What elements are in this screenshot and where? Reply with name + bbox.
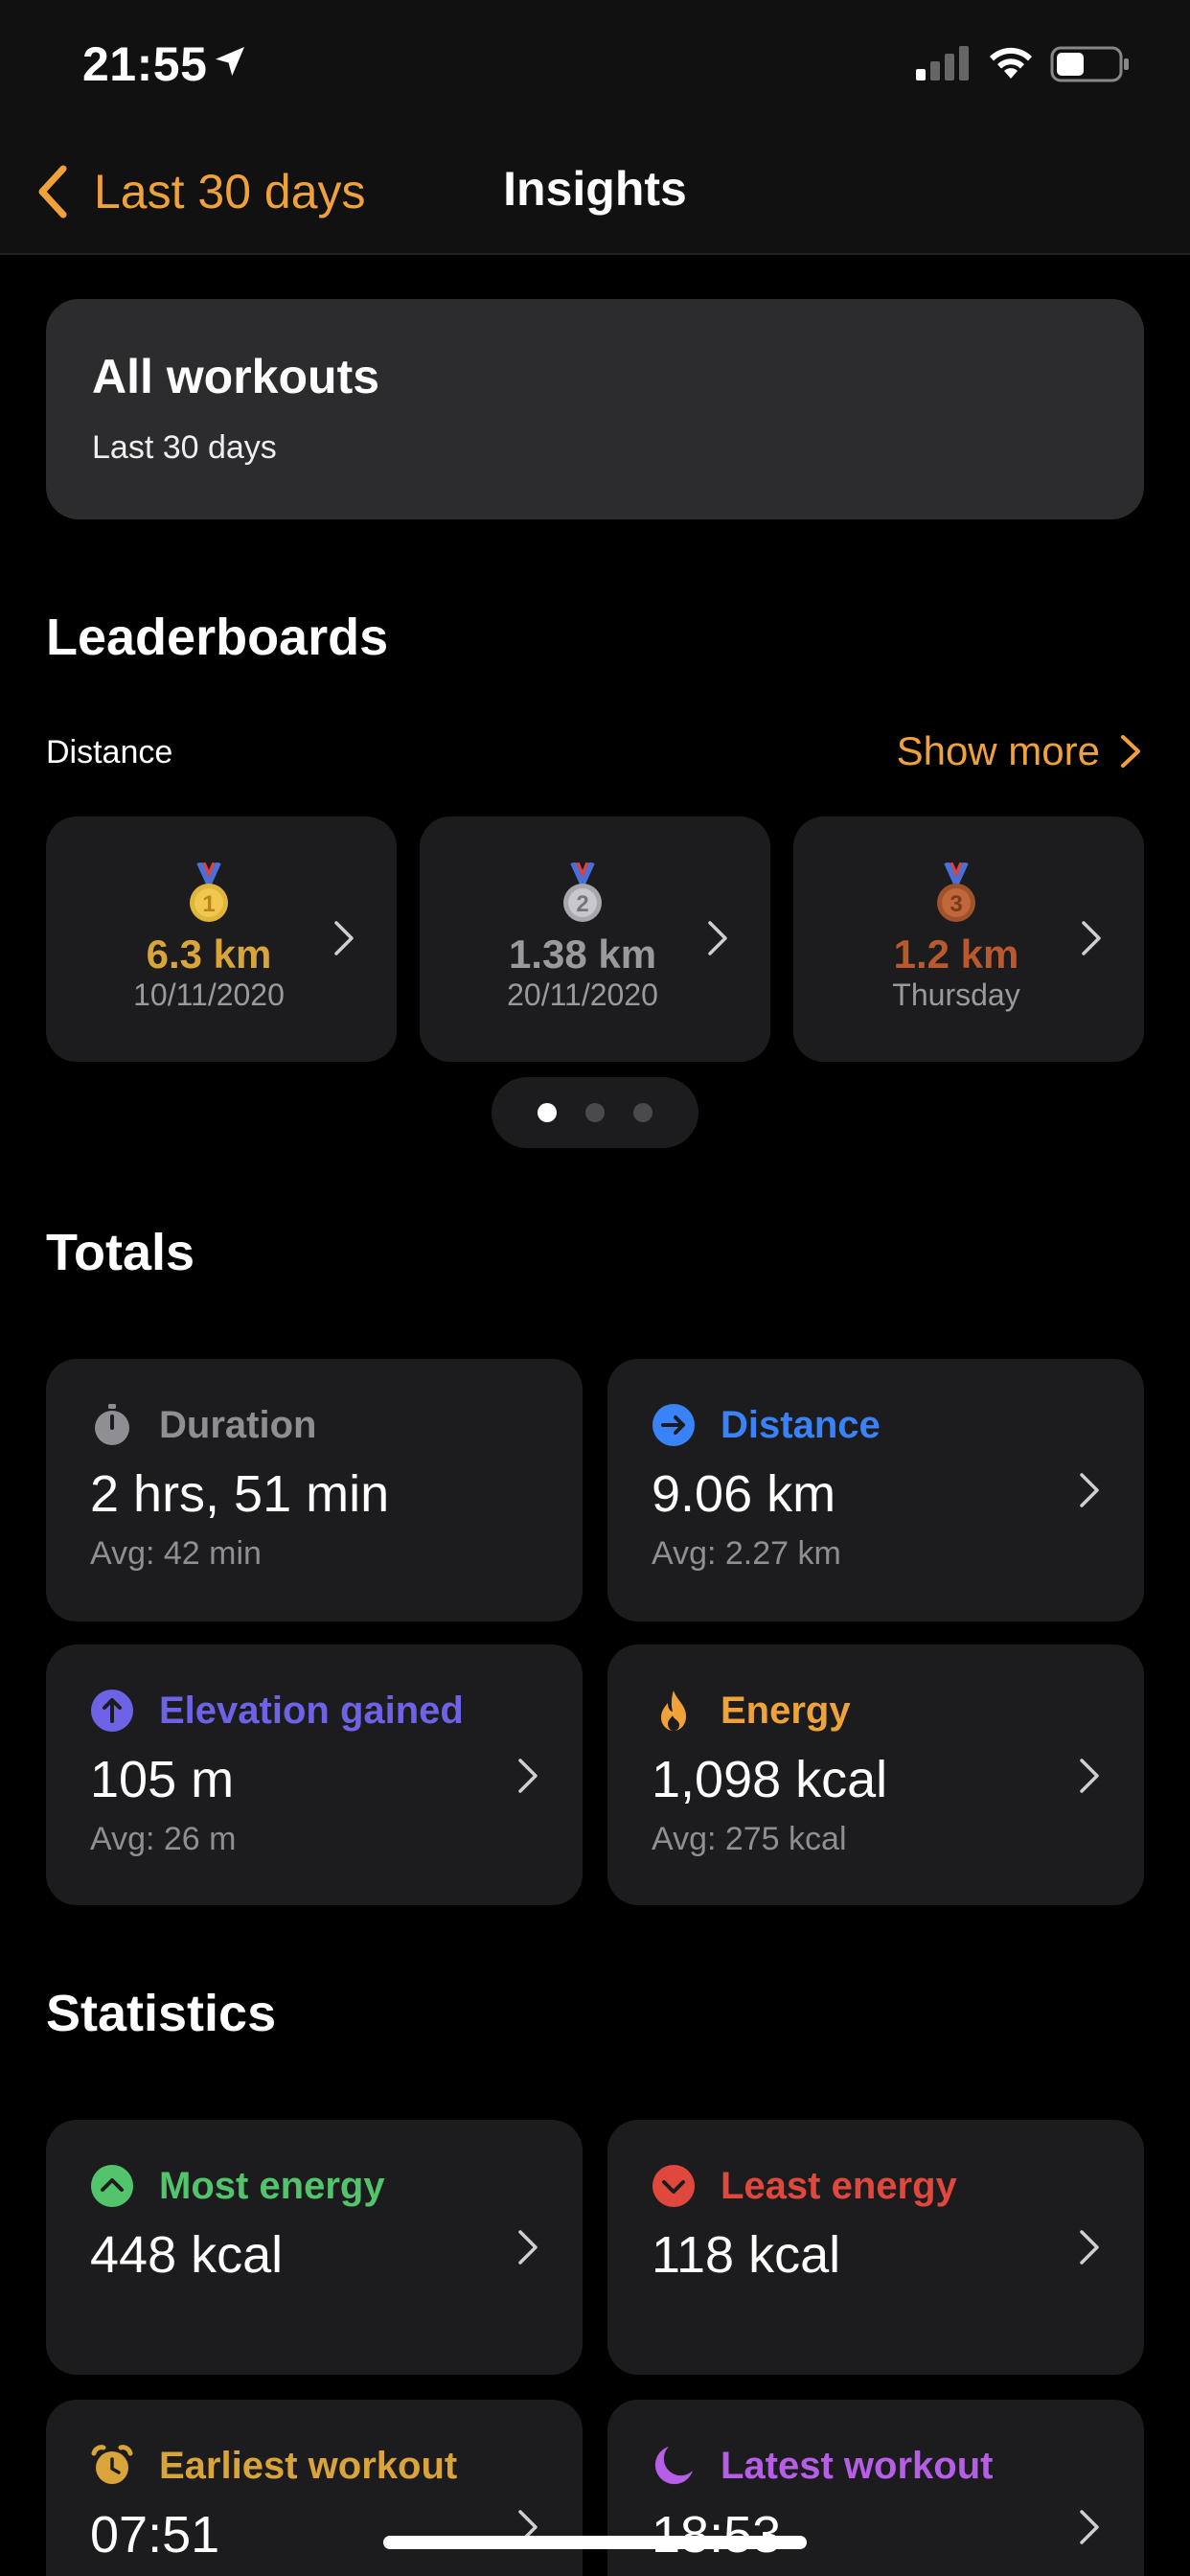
tile-header: Energy <box>652 1689 851 1733</box>
tile-label: Earliest workout <box>159 2444 458 2487</box>
least-energy-tile[interactable]: Least energy 118 kcal <box>607 2120 1144 2375</box>
tile-header: Most energy <box>90 2164 385 2208</box>
chevron-down-circle-icon <box>652 2165 695 2207</box>
chevron-right-icon <box>708 921 727 955</box>
chevron-right-icon <box>518 2230 538 2265</box>
silver-medal-icon: 2 <box>563 862 602 922</box>
tile-label: Elevation gained <box>159 1689 464 1732</box>
location-arrow-icon <box>216 47 244 76</box>
page-dot[interactable] <box>633 1103 652 1122</box>
leaderboard-metric-label: Distance <box>46 734 173 770</box>
tile-value: 448 kcal <box>90 2226 284 2284</box>
page-indicator[interactable] <box>492 1077 698 1148</box>
tile-header: Least energy <box>652 2164 957 2208</box>
show-more-button[interactable]: Show more <box>897 728 1142 774</box>
chevron-right-icon <box>1080 1473 1099 1507</box>
leaderboard-date: 10/11/2020 <box>133 978 285 1012</box>
navigation-bar: Last 30 days Insights <box>0 134 1190 255</box>
tile-header: Earliest workout <box>90 2444 457 2488</box>
tile-header: Distance <box>652 1403 881 1447</box>
tile-value: 2 hrs, 51 min <box>90 1465 390 1523</box>
tile-average: Avg: 26 m <box>90 1821 237 1857</box>
tile-label: Energy <box>721 1689 851 1732</box>
chevron-right-icon <box>1080 1759 1099 1793</box>
duration-tile: Duration 2 hrs, 51 min Avg: 42 min <box>46 1359 583 1622</box>
wifi-icon <box>990 47 1032 79</box>
status-time: 21:55 <box>82 37 208 91</box>
tile-value: 18:53 <box>652 2506 782 2564</box>
battery-icon <box>1050 46 1129 82</box>
alarm-icon <box>91 2445 133 2484</box>
energy-tile[interactable]: Energy 1,098 kcal Avg: 275 kcal <box>607 1644 1144 1905</box>
tile-value: 9.06 km <box>652 1465 836 1523</box>
medal-rank: 2 <box>576 891 588 917</box>
earliest-workout-tile[interactable]: Earliest workout 07:51 <box>46 2400 583 2576</box>
tile-value: 07:51 <box>90 2506 220 2564</box>
tile-value: 1,098 kcal <box>652 1751 888 1808</box>
leaderboard-date: 20/11/2020 <box>507 978 658 1012</box>
medal-rank: 1 <box>202 891 215 917</box>
cellular-signal-icon <box>916 46 969 80</box>
distance-tile[interactable]: Distance 9.06 km Avg: 2.27 km <box>607 1359 1144 1622</box>
summary-subtitle: Last 30 days <box>92 429 277 466</box>
arrow-up-circle-icon <box>91 1690 133 1732</box>
leaderboard-card-second[interactable]: 2 1.38 km 20/11/2020 <box>420 816 770 1062</box>
chevron-right-icon <box>1082 921 1101 955</box>
flame-icon <box>661 1690 686 1731</box>
tile-label: Latest workout <box>721 2444 994 2487</box>
tile-value: 118 kcal <box>652 2226 841 2284</box>
most-energy-tile[interactable]: Most energy 448 kcal <box>46 2120 583 2375</box>
leaderboard-value: 1.38 km <box>508 932 657 977</box>
moon-icon <box>654 2447 693 2485</box>
stopwatch-icon <box>95 1404 129 1445</box>
page-dot[interactable] <box>585 1103 605 1122</box>
chevron-right-icon <box>334 921 354 955</box>
gold-medal-icon: 1 <box>190 862 228 922</box>
tile-label: Duration <box>159 1403 317 1446</box>
workouts-summary-card: All workouts Last 30 days <box>46 299 1144 519</box>
chevron-right-icon <box>1121 735 1140 768</box>
tile-header: Elevation gained <box>90 1689 464 1733</box>
leaderboard-card-first[interactable]: 1 6.3 km 10/11/2020 <box>46 816 397 1062</box>
elevation-gained-tile[interactable]: Elevation gained 105 m Avg: 26 m <box>46 1644 583 1905</box>
arrow-right-circle-icon <box>652 1404 695 1446</box>
tile-label: Distance <box>721 1403 881 1446</box>
tile-average: Avg: 42 min <box>90 1535 262 1572</box>
page-title: Insights <box>503 162 687 216</box>
tile-label: Most energy <box>159 2164 385 2207</box>
leaderboard-value: 1.2 km <box>893 932 1019 977</box>
chevron-up-circle-icon <box>91 2165 133 2207</box>
status-bar: 21:55 <box>0 0 1190 134</box>
chevron-right-icon <box>1080 2230 1099 2265</box>
home-indicator[interactable] <box>383 2536 807 2549</box>
tile-average: Avg: 275 kcal <box>652 1821 847 1857</box>
bronze-medal-icon: 3 <box>937 862 975 922</box>
page-dot-active[interactable] <box>538 1103 557 1122</box>
show-more-label: Show more <box>896 728 1100 773</box>
leaderboard-date: Thursday <box>892 978 1020 1012</box>
chevron-right-icon <box>1080 2510 1099 2544</box>
summary-title: All workouts <box>92 350 380 403</box>
latest-workout-tile[interactable]: Latest workout 18:53 <box>607 2400 1144 2576</box>
leaderboard-value: 6.3 km <box>146 932 272 977</box>
totals-heading: Totals <box>46 1224 195 1281</box>
tile-label: Least energy <box>721 2164 957 2207</box>
tile-header: Duration <box>90 1403 316 1447</box>
chevron-right-icon <box>518 1759 538 1793</box>
medal-rank: 3 <box>950 891 962 917</box>
leaderboards-heading: Leaderboards <box>46 609 389 666</box>
tile-average: Avg: 2.27 km <box>652 1535 841 1572</box>
tile-header: Latest workout <box>652 2444 993 2488</box>
statistics-heading: Statistics <box>46 1985 277 2042</box>
tile-value: 105 m <box>90 1751 235 1808</box>
leaderboard-card-third[interactable]: 3 1.2 km Thursday <box>793 816 1144 1062</box>
